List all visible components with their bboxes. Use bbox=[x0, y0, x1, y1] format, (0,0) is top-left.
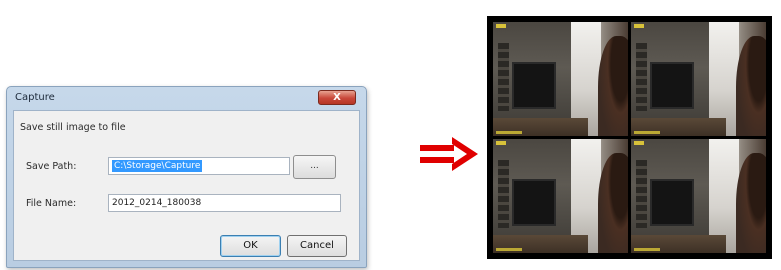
ok-button[interactable]: OK bbox=[220, 235, 281, 257]
browse-button[interactable]: ... bbox=[293, 155, 336, 179]
capture-dialog: Capture X Save still image to file Save … bbox=[6, 86, 367, 268]
file-name-label: File Name: bbox=[26, 198, 77, 209]
camera-grid bbox=[493, 22, 766, 253]
close-button[interactable]: X bbox=[318, 90, 356, 105]
close-icon: X bbox=[333, 92, 341, 103]
file-name-field[interactable]: 2012_0214_180038 bbox=[108, 194, 341, 212]
dialog-caption: Save still image to file bbox=[20, 122, 126, 133]
camera-view-2 bbox=[631, 22, 766, 136]
file-name-value: 2012_0214_180038 bbox=[112, 198, 202, 208]
dialog-title: Capture bbox=[15, 92, 55, 103]
save-path-field[interactable]: C:\Storage\Capture bbox=[108, 157, 290, 175]
dialog-titlebar[interactable]: Capture X bbox=[7, 87, 366, 109]
capture-preview bbox=[487, 16, 772, 259]
camera-view-4 bbox=[631, 139, 766, 253]
dialog-client-area: Save still image to file Save Path: C:\S… bbox=[13, 110, 360, 261]
save-path-value: C:\Storage\Capture bbox=[112, 160, 203, 172]
cancel-button[interactable]: Cancel bbox=[287, 235, 347, 257]
save-path-label: Save Path: bbox=[26, 161, 77, 172]
double-arrow-right-icon bbox=[420, 137, 478, 171]
camera-view-1 bbox=[493, 22, 628, 136]
camera-view-3 bbox=[493, 139, 628, 253]
